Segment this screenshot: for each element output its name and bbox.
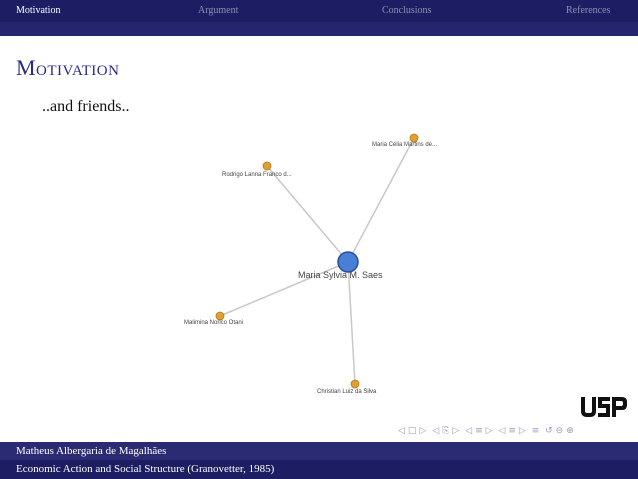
search-back-icon[interactable]: ↺: [545, 426, 553, 436]
nav-symbol-prev-frame[interactable]: ◁: [398, 426, 405, 436]
edge-center-friend-1: [347, 137, 415, 263]
coauthor-network-graph: Maria Sylvia M. Saes Maria Célia Martins…: [184, 133, 437, 395]
nav-symbol-next-presentation[interactable]: ▷: [519, 426, 526, 436]
zoom-out-icon[interactable]: ⊖: [556, 426, 564, 436]
friend-node-1[interactable]: [409, 133, 419, 143]
center-node-label: Maria Sylvia M. Saes: [298, 270, 383, 280]
edge-center-friend-2: [266, 165, 349, 263]
frame-icon[interactable]: □: [408, 426, 417, 436]
edge-center-friend-4: [347, 261, 356, 385]
friend-label-2: Rodrigo Lanna Franco d...: [222, 172, 292, 178]
nav-symbol-next-subsection[interactable]: ▷: [452, 426, 459, 436]
presentation-icon[interactable]: ≡: [508, 426, 516, 436]
nav-symbol-prev-presentation[interactable]: ◁: [498, 426, 505, 436]
friend-node-2[interactable]: [262, 161, 272, 171]
usp-logo: [578, 394, 630, 424]
usp-logo-mark: [578, 394, 630, 420]
zoom-in-icon[interactable]: ⊕: [566, 426, 574, 436]
footer-author-bar: Matheus Albergaria de Magalhães: [0, 442, 638, 460]
nav-symbol-next-section[interactable]: ▷: [486, 426, 493, 436]
section-icon[interactable]: ≡: [475, 426, 483, 436]
friend-label-1: Maria Célia Martins de...: [372, 142, 437, 148]
friend-label-4: Christian Luiz da Silva: [317, 389, 377, 395]
center-node[interactable]: [337, 251, 359, 273]
footer-talk-title: Economic Action and Social Structure (Gr…: [16, 463, 275, 475]
nav-symbol-next-frame[interactable]: ▷: [419, 426, 426, 436]
friend-node-4[interactable]: [350, 379, 360, 389]
nav-symbol-prev-section[interactable]: ◁: [465, 426, 472, 436]
friend-node-3[interactable]: [215, 311, 225, 321]
friend-label-3: Malimina Norico Otani: [184, 320, 243, 326]
subsection-icon[interactable]: ⎘: [442, 426, 449, 436]
slide: Motivation Argument Conclusions Referenc…: [0, 0, 638, 479]
footer-author: Matheus Albergaria de Magalhães: [16, 445, 167, 457]
appendix-icon[interactable]: ≡: [532, 426, 540, 436]
beamer-navigation-symbols: ◁ □ ▷ ◁ ⎘ ▷ ◁ ≡ ▷ ◁ ≡ ▷ ≡ ↺ ⊖ ⊕: [398, 426, 577, 436]
footer-title-bar: Economic Action and Social Structure (Gr…: [0, 460, 638, 479]
nav-symbol-prev-subsection[interactable]: ◁: [432, 426, 439, 436]
